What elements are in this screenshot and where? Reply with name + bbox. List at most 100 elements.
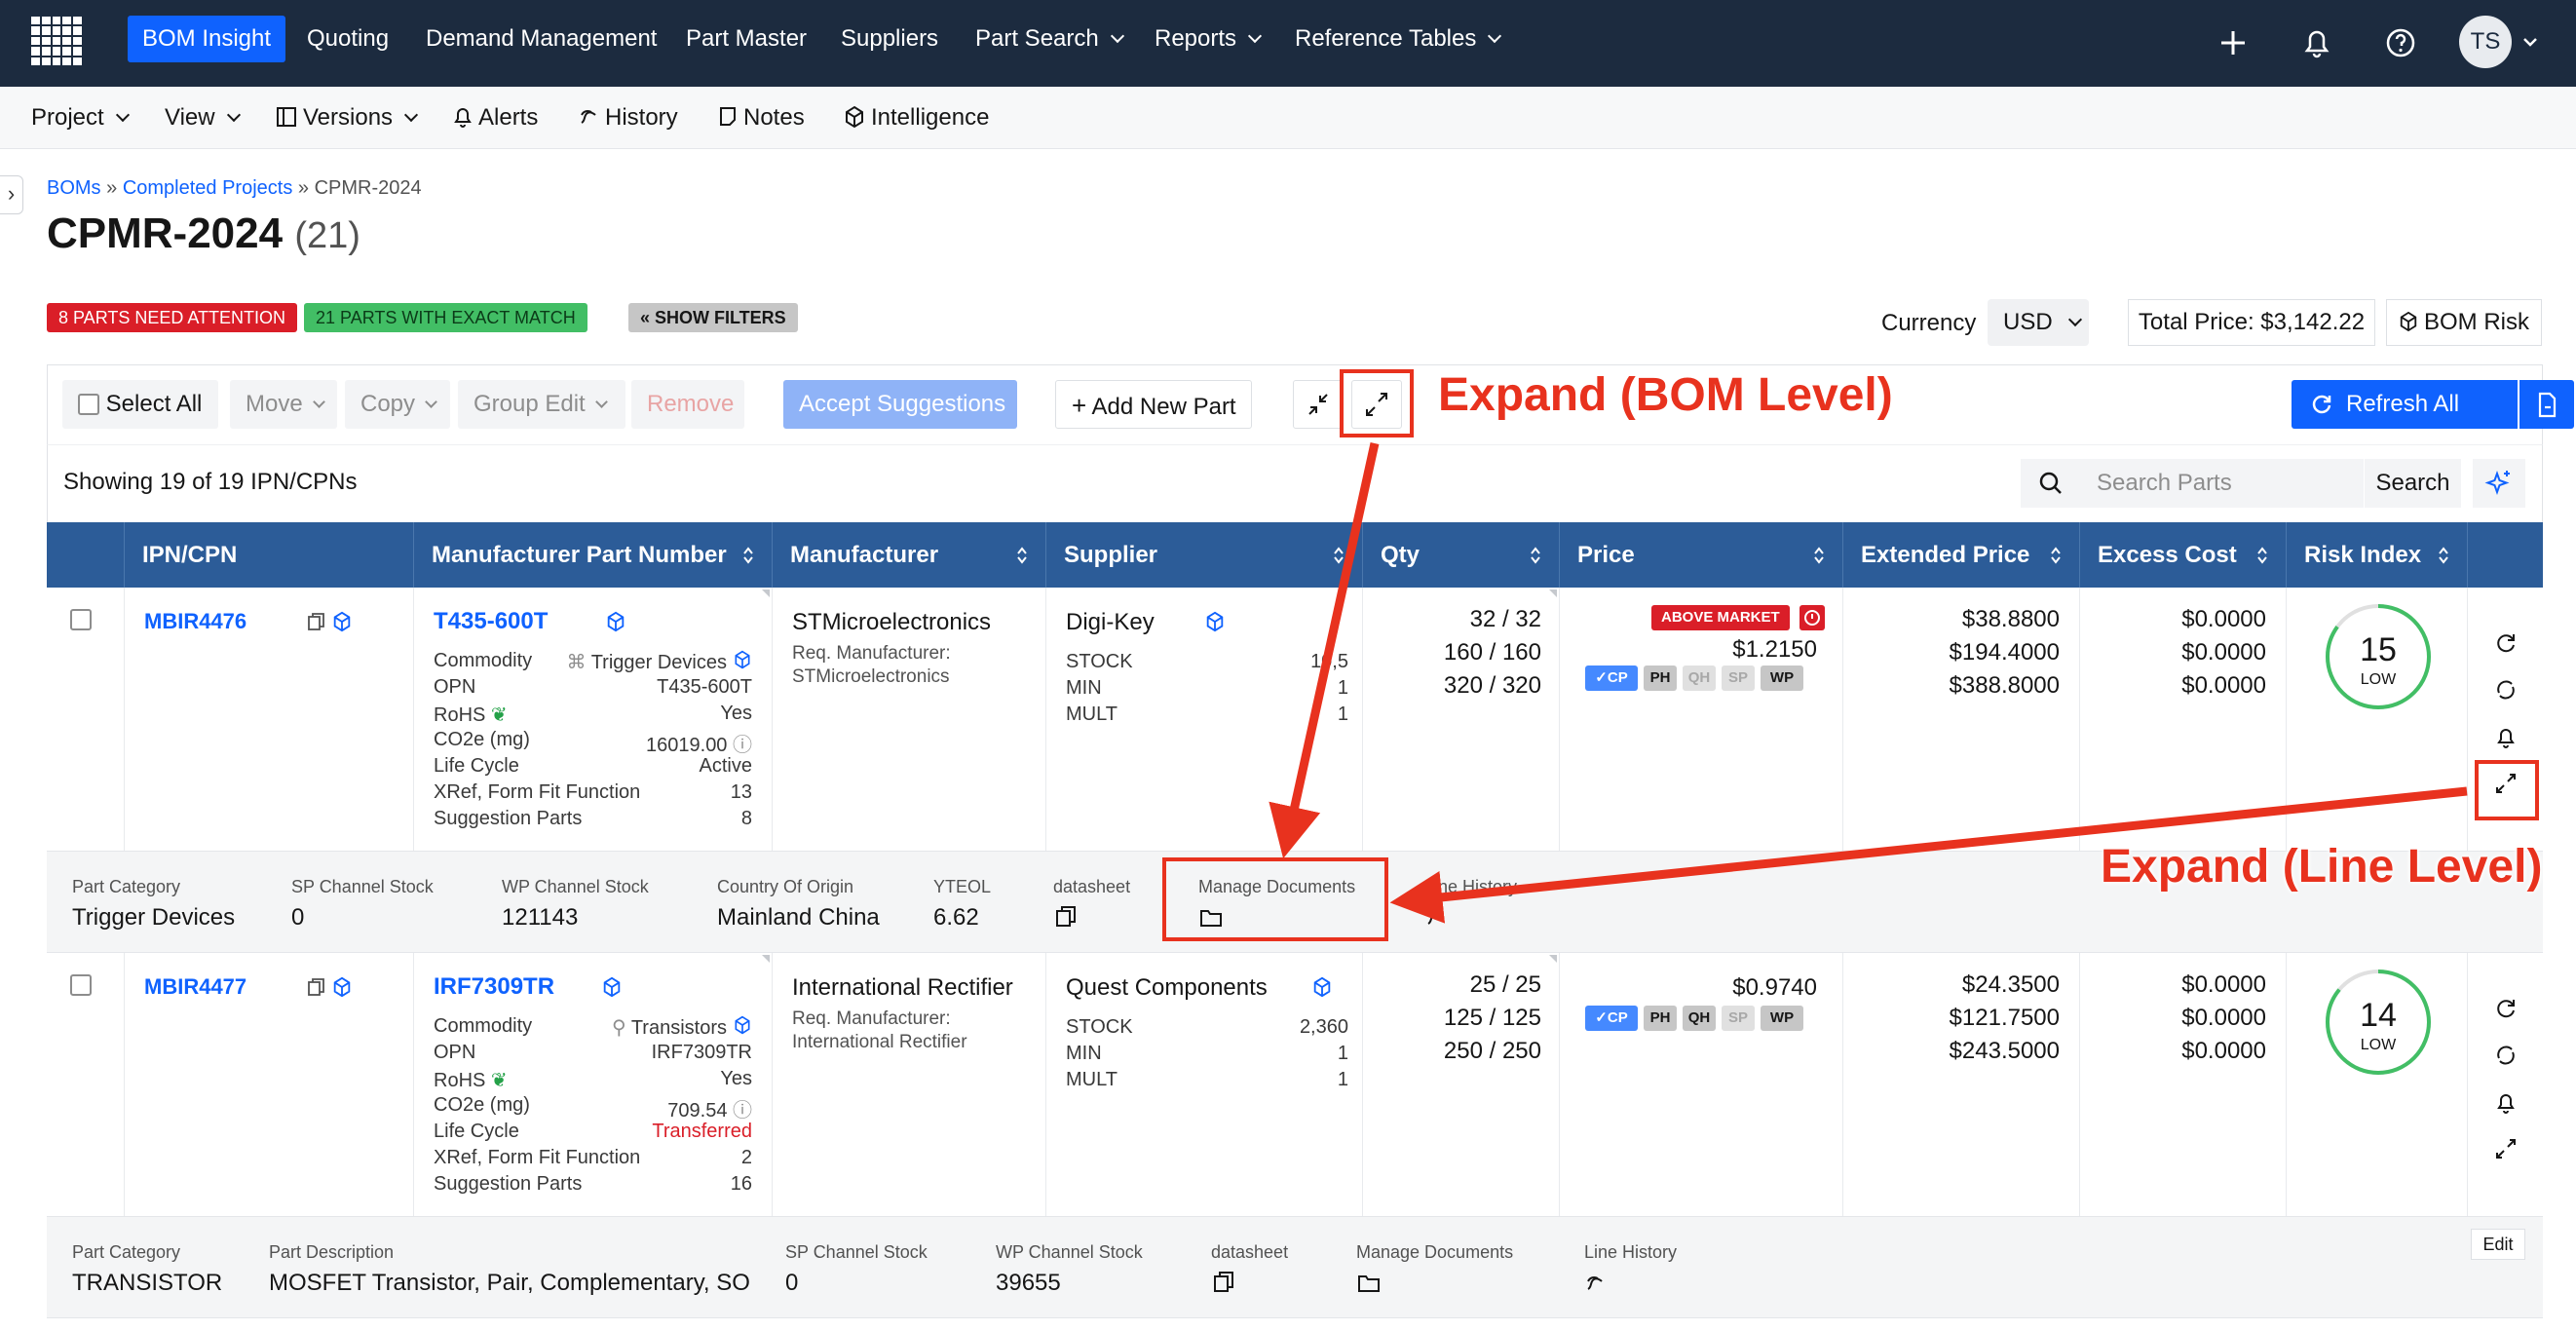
remove-button[interactable]: Remove bbox=[631, 380, 744, 429]
nav-demand-management[interactable]: Demand Management bbox=[411, 16, 671, 62]
column-header-qty[interactable]: Qty bbox=[1363, 522, 1560, 588]
show-filters-button[interactable]: « SHOW FILTERS bbox=[628, 303, 798, 332]
cube-icon[interactable] bbox=[601, 976, 623, 998]
nav-part-master[interactable]: Part Master bbox=[671, 16, 821, 62]
risk-gauge[interactable]: 14 LOW bbox=[2324, 968, 2433, 1077]
subnav-versions[interactable]: Versions bbox=[276, 87, 419, 149]
chip-wp[interactable]: WP bbox=[1761, 1006, 1803, 1031]
nav-suppliers[interactable]: Suppliers bbox=[826, 16, 953, 62]
sidebar-toggle[interactable]: › bbox=[0, 175, 23, 214]
chip-cp[interactable]: ✓CP bbox=[1585, 666, 1638, 691]
nav-part-search[interactable]: Part Search bbox=[961, 16, 1137, 62]
chip-qh[interactable]: QH bbox=[1683, 666, 1716, 691]
plus-icon[interactable] bbox=[2212, 21, 2254, 64]
subnav-intelligence[interactable]: Intelligence bbox=[844, 87, 989, 149]
bom-risk-button[interactable]: BOM Risk bbox=[2386, 299, 2542, 346]
help-icon[interactable] bbox=[2379, 21, 2422, 64]
attr-value[interactable]: 2 bbox=[741, 1147, 752, 1169]
column-header-excess-cost[interactable]: Excess Cost bbox=[2080, 522, 2287, 588]
cube-icon[interactable] bbox=[1311, 976, 1333, 998]
copy-dropdown[interactable]: Copy bbox=[345, 380, 450, 429]
ai-sparkle-button[interactable] bbox=[2473, 459, 2525, 508]
chevron-down-icon[interactable] bbox=[2521, 35, 2539, 49]
bell-icon[interactable] bbox=[2491, 1087, 2520, 1117]
row-checkbox[interactable] bbox=[70, 609, 92, 630]
move-dropdown[interactable]: Move bbox=[230, 380, 337, 429]
cube-icon[interactable] bbox=[605, 611, 626, 632]
copy-icon[interactable] bbox=[306, 611, 327, 632]
select-all-checkbox[interactable]: Select All bbox=[62, 380, 218, 429]
column-header-mpn[interactable]: Manufacturer Part Number bbox=[414, 522, 773, 588]
breadcrumb-boms[interactable]: BOMs bbox=[47, 177, 101, 199]
chip-cp[interactable]: ✓CP bbox=[1585, 1006, 1638, 1031]
cube-icon[interactable] bbox=[1204, 611, 1226, 632]
nav-quoting[interactable]: Quoting bbox=[292, 16, 403, 62]
cube-icon[interactable] bbox=[331, 611, 353, 632]
copy-icon[interactable] bbox=[306, 976, 327, 998]
chip-sp[interactable]: SP bbox=[1722, 666, 1755, 691]
cube-icon[interactable] bbox=[733, 1015, 752, 1035]
subnav-project[interactable]: Project bbox=[31, 87, 130, 149]
history-icon[interactable] bbox=[1584, 1272, 1610, 1295]
search-button[interactable]: Search bbox=[2364, 459, 2461, 508]
ipn-link[interactable]: MBIR4476 bbox=[144, 609, 246, 634]
datasheet-icon[interactable] bbox=[1053, 904, 1079, 930]
mpn-link[interactable]: T435-600T bbox=[434, 608, 548, 635]
chip-ph[interactable]: PH bbox=[1644, 666, 1677, 691]
mpn-link[interactable]: IRF7309TR bbox=[434, 973, 554, 1001]
column-header-price[interactable]: Price bbox=[1560, 522, 1843, 588]
exact-match-badge[interactable]: 21 PARTS WITH EXACT MATCH bbox=[304, 303, 587, 332]
sync-icon[interactable] bbox=[2491, 1041, 2520, 1070]
app-logo-icon[interactable] bbox=[31, 17, 82, 65]
column-header-manufacturer[interactable]: Manufacturer bbox=[773, 522, 1046, 588]
group-edit-dropdown[interactable]: Group Edit bbox=[458, 380, 625, 429]
column-header-risk-index[interactable]: Risk Index bbox=[2287, 522, 2468, 588]
attr-value[interactable]: 8 bbox=[741, 808, 752, 830]
nav-bom-insight[interactable]: BOM Insight bbox=[128, 16, 286, 62]
chip-sp[interactable]: SP bbox=[1722, 1006, 1755, 1031]
chip-qh[interactable]: QH bbox=[1683, 1006, 1716, 1031]
row-checkbox[interactable] bbox=[70, 974, 92, 996]
column-header-ipn[interactable]: IPN/CPN bbox=[125, 522, 414, 588]
supplier-name[interactable]: Quest Components bbox=[1066, 974, 1268, 1002]
info-icon[interactable]: ⓘ bbox=[733, 735, 752, 756]
user-avatar[interactable]: TS bbox=[2459, 16, 2512, 68]
datasheet-icon[interactable] bbox=[1211, 1270, 1236, 1295]
attr-value[interactable]: 16 bbox=[731, 1173, 752, 1196]
cube-icon[interactable] bbox=[733, 650, 752, 669]
column-header-supplier[interactable]: Supplier bbox=[1046, 522, 1363, 588]
chip-wp[interactable]: WP bbox=[1761, 666, 1803, 691]
refresh-all-button[interactable]: Refresh All bbox=[2292, 380, 2518, 429]
history-icon[interactable] bbox=[1424, 906, 1450, 930]
checkbox[interactable] bbox=[78, 394, 99, 415]
refresh-icon[interactable] bbox=[2491, 628, 2520, 658]
currency-select[interactable]: USD bbox=[1988, 299, 2089, 346]
refresh-options-button[interactable] bbox=[2519, 380, 2574, 429]
bell-icon[interactable] bbox=[2295, 21, 2338, 64]
attention-badge[interactable]: 8 PARTS NEED ATTENTION bbox=[47, 303, 298, 332]
subnav-history[interactable]: History bbox=[578, 87, 678, 149]
chip-ph[interactable]: PH bbox=[1644, 1006, 1677, 1031]
edit-button[interactable]: Edit bbox=[2471, 1229, 2525, 1260]
collapse-all-button[interactable] bbox=[1293, 380, 1344, 429]
supplier-name[interactable]: Digi-Key bbox=[1066, 609, 1155, 636]
add-new-part-button[interactable]: + Add New Part bbox=[1055, 380, 1252, 429]
info-icon[interactable]: ⓘ bbox=[733, 1100, 752, 1122]
subnav-alerts[interactable]: Alerts bbox=[453, 87, 538, 149]
expand-icon[interactable] bbox=[2491, 1134, 2520, 1163]
ipn-link[interactable]: MBIR4477 bbox=[144, 974, 246, 1000]
attr-value[interactable]: 13 bbox=[731, 781, 752, 804]
alert-icon[interactable] bbox=[1799, 605, 1825, 630]
nav-reports[interactable]: Reports bbox=[1140, 16, 1274, 62]
breadcrumb-completed-projects[interactable]: Completed Projects bbox=[123, 177, 293, 199]
search-input[interactable] bbox=[2081, 459, 2364, 508]
bell-icon[interactable] bbox=[2491, 722, 2520, 751]
subnav-view[interactable]: View bbox=[165, 87, 241, 149]
folder-icon[interactable] bbox=[1356, 1272, 1382, 1295]
nav-reference-tables[interactable]: Reference Tables bbox=[1280, 16, 1514, 62]
sync-icon[interactable] bbox=[2491, 675, 2520, 704]
refresh-icon[interactable] bbox=[2491, 994, 2520, 1023]
column-header-extended-price[interactable]: Extended Price bbox=[1843, 522, 2080, 588]
accept-suggestions-button[interactable]: Accept Suggestions bbox=[783, 380, 1017, 429]
risk-gauge[interactable]: 15 LOW bbox=[2324, 602, 2433, 711]
